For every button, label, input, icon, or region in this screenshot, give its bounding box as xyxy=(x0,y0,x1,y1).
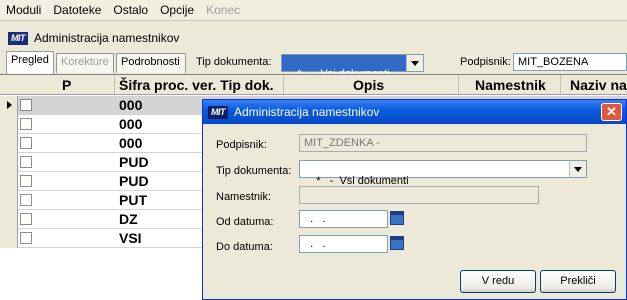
dialog-to-date-field[interactable]: . . xyxy=(299,235,388,253)
row-checkbox[interactable] xyxy=(20,99,32,111)
signer-label: Podpisnik: xyxy=(460,56,511,68)
menu-konec: Konec xyxy=(206,3,241,17)
row-checkbox[interactable] xyxy=(20,118,32,130)
row-checkbox[interactable] xyxy=(20,194,32,206)
row-code: DZ xyxy=(119,211,138,227)
row-code: PUT xyxy=(119,192,147,208)
signer-field[interactable]: MIT_BOZENA xyxy=(513,53,627,71)
close-icon[interactable]: ✕ xyxy=(601,103,622,121)
row-header[interactable] xyxy=(0,134,18,153)
doc-type-select[interactable]: * - Vsi dokumenti xyxy=(281,54,424,80)
dialog-from-label: Od datuma: xyxy=(216,216,274,228)
header-p[interactable]: P xyxy=(62,77,71,93)
window-title: Administracija namestnikov xyxy=(34,31,180,45)
menu-ostalo[interactable]: Ostalo xyxy=(107,3,154,17)
header-name[interactable]: Naziv na xyxy=(570,77,627,93)
toolbar: Pregled Korekture Podrobnosti Tip dokume… xyxy=(0,50,627,80)
dialog-title: Administracija namestnikov xyxy=(234,105,380,119)
menu-opcije[interactable]: Opcije xyxy=(154,3,200,17)
row-header[interactable] xyxy=(0,172,18,191)
calendar-icon[interactable] xyxy=(390,236,404,250)
row-checkbox[interactable] xyxy=(20,137,32,149)
tab-korekture: Korekture xyxy=(56,53,114,73)
row-checkbox[interactable] xyxy=(20,213,32,225)
grid-header: P Šifra proc. ver. Tip dok. Opis Namestn… xyxy=(0,75,627,95)
admin-dialog: MIT Administracija namestnikov ✕ Podpisn… xyxy=(202,99,627,300)
dialog-doc-type-label: Tip dokumenta: xyxy=(216,165,292,177)
dialog-doc-type-select[interactable]: * - Vsi dokumenti xyxy=(299,160,587,187)
menu-moduli[interactable]: Moduli xyxy=(0,3,47,17)
row-header[interactable] xyxy=(0,153,18,172)
window-titlebar: MIT Administracija namestnikov xyxy=(0,27,627,49)
row-header[interactable] xyxy=(0,210,18,229)
ok-button[interactable]: V redu xyxy=(460,270,536,293)
row-checkbox[interactable] xyxy=(20,232,32,244)
row-code: PUD xyxy=(119,173,149,189)
menu-bar: Moduli Datoteke Ostalo Opcije Konec xyxy=(0,0,627,21)
row-header[interactable] xyxy=(0,115,18,134)
row-code: 000 xyxy=(119,135,143,151)
tab-podrobnosti[interactable]: Podrobnosti xyxy=(116,53,186,73)
row-code: PUD xyxy=(119,154,149,170)
chevron-down-icon[interactable] xyxy=(406,55,423,71)
dialog-titlebar: MIT Administracija namestnikov ✕ xyxy=(203,100,626,124)
tab-pregled[interactable]: Pregled xyxy=(6,51,54,74)
chevron-down-icon[interactable] xyxy=(569,161,586,177)
row-code: VSI xyxy=(119,230,142,246)
dialog-deputy-label: Namestnik: xyxy=(216,191,272,203)
dialog-to-label: Do datuma: xyxy=(216,241,273,253)
dialog-signer-label: Podpisnik: xyxy=(216,139,267,151)
row-checkbox[interactable] xyxy=(20,156,32,168)
row-code: 000 xyxy=(119,116,143,132)
header-desc[interactable]: Opis xyxy=(353,77,384,93)
row-header[interactable] xyxy=(0,229,18,248)
row-checkbox[interactable] xyxy=(20,175,32,187)
row-code: 000 xyxy=(119,97,143,113)
dialog-deputy-field[interactable] xyxy=(299,186,539,204)
cancel-button[interactable]: Prekliči xyxy=(540,270,616,293)
calendar-icon[interactable] xyxy=(390,211,404,225)
dialog-signer-field: MIT_ZDENKA - xyxy=(299,134,587,152)
header-deputy[interactable]: Namestnik xyxy=(475,77,546,93)
header-code[interactable]: Šifra proc. ver. Tip dok. xyxy=(119,77,274,93)
menu-datoteke[interactable]: Datoteke xyxy=(47,3,107,17)
doc-type-label: Tip dokumenta: xyxy=(196,56,272,68)
row-header[interactable] xyxy=(0,96,18,115)
mit-logo-icon: MIT xyxy=(8,31,28,45)
mit-logo-icon: MIT xyxy=(208,105,228,119)
row-pointer-icon xyxy=(7,101,12,109)
dialog-from-date-field[interactable]: . . xyxy=(299,210,388,228)
row-header[interactable] xyxy=(0,191,18,210)
